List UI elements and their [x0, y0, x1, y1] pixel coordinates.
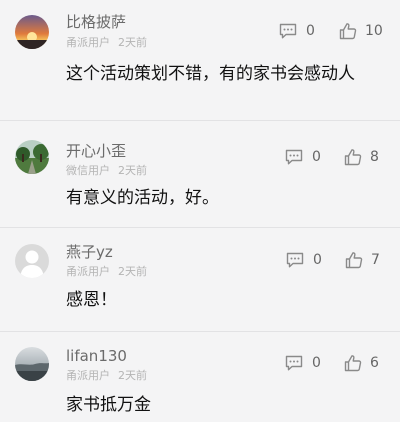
comment-item: 比格披萨 甬派用户 2天前 0 10 这个活动策划不错，有的家书会感动人 — [0, 0, 400, 121]
comment-text: 有意义的活动，好。 — [66, 188, 219, 208]
like-count: 7 — [371, 252, 380, 268]
thumbs-up-icon — [344, 355, 362, 372]
like-count: 10 — [365, 23, 383, 39]
comment-text: 家书抵万金 — [66, 395, 151, 415]
user-type: 甬派用户 — [66, 265, 110, 278]
comment-text: 这个活动策划不错，有的家书会感动人 — [66, 64, 355, 84]
sunset-avatar-icon[interactable] — [15, 15, 49, 49]
like-button[interactable]: 8 — [344, 147, 379, 167]
reply-button[interactable]: 0 — [284, 353, 321, 373]
like-button[interactable]: 7 — [345, 250, 380, 270]
comment-icon — [279, 23, 297, 38]
thumbs-up-icon — [345, 252, 363, 269]
timestamp: 2天前 — [118, 36, 147, 49]
reply-button[interactable]: 0 — [284, 147, 321, 167]
username[interactable]: lifan130 — [66, 347, 127, 365]
reply-count: 0 — [313, 252, 322, 268]
thumbs-up-icon — [344, 149, 362, 166]
comment-list: 比格披萨 甬派用户 2天前 0 10 这个活动策划不错，有的家书会感动人 开心小… — [0, 0, 400, 422]
user-type: 微信用户 — [66, 164, 110, 177]
comment-icon — [285, 355, 303, 370]
comment-icon — [286, 252, 304, 267]
username[interactable]: 开心小歪 — [66, 142, 126, 160]
username[interactable]: 燕子yz — [66, 243, 113, 261]
thumbs-up-icon — [339, 23, 357, 40]
comment-meta: 甬派用户 2天前 — [66, 36, 147, 50]
comment-meta: 甬派用户 2天前 — [66, 369, 147, 383]
comment-meta: 甬派用户 2天前 — [66, 265, 147, 279]
sea-avatar-icon[interactable] — [15, 347, 49, 381]
reply-count: 0 — [312, 149, 321, 165]
reply-count: 0 — [306, 23, 315, 39]
comment-meta: 微信用户 2天前 — [66, 164, 147, 178]
comment-text: 感恩！ — [66, 290, 117, 310]
like-button[interactable]: 10 — [339, 21, 383, 41]
like-count: 6 — [370, 355, 379, 371]
timestamp: 2天前 — [118, 265, 147, 278]
username[interactable]: 比格披萨 — [66, 13, 126, 31]
like-count: 8 — [370, 149, 379, 165]
comment-item: 开心小歪 微信用户 2天前 0 8 有意义的活动，好。 — [0, 121, 400, 228]
park-avatar-icon[interactable] — [15, 140, 49, 174]
timestamp: 2天前 — [118, 369, 147, 382]
reply-button[interactable]: 0 — [278, 21, 315, 41]
user-type: 甬派用户 — [66, 36, 110, 49]
comment-item: 燕子yz 甬派用户 2天前 0 7 感恩！ — [0, 228, 400, 332]
default-avatar-icon[interactable] — [15, 244, 49, 278]
user-type: 甬派用户 — [66, 369, 110, 382]
reply-button[interactable]: 0 — [285, 250, 322, 270]
timestamp: 2天前 — [118, 164, 147, 177]
reply-count: 0 — [312, 355, 321, 371]
comment-icon — [285, 149, 303, 164]
like-button[interactable]: 6 — [344, 353, 379, 373]
comment-item: lifan130 甬派用户 2天前 0 6 家书抵万金 — [0, 332, 400, 422]
